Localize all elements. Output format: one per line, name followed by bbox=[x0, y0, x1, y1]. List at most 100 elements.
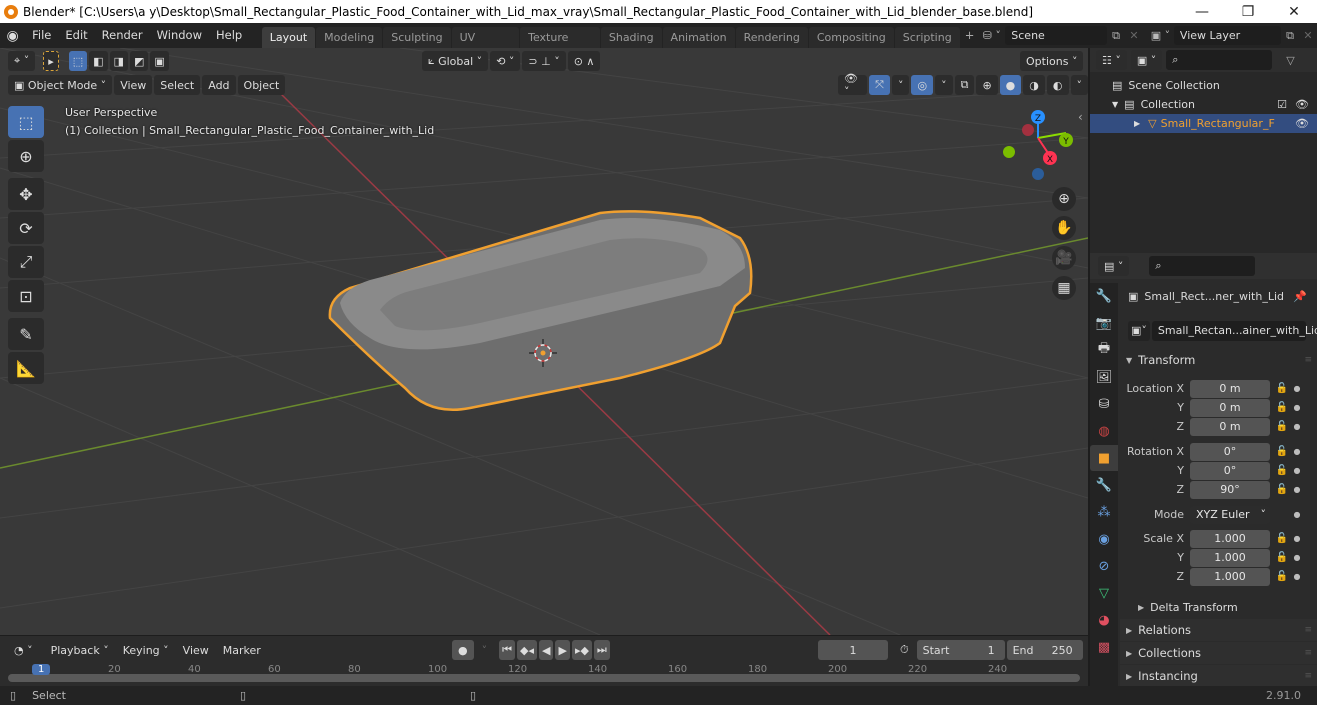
location-y-field[interactable]: 0 m bbox=[1190, 398, 1270, 417]
outliner-search-input[interactable]: ⌕ bbox=[1166, 50, 1273, 70]
camera-view-icon[interactable]: 🎥 bbox=[1052, 246, 1076, 270]
lock-icon[interactable]: 🔓 bbox=[1273, 446, 1291, 457]
transform-panel-header[interactable]: ▼ Transform ≡ bbox=[1120, 349, 1317, 371]
wireframe-shading-icon[interactable]: ⊕ bbox=[976, 75, 998, 95]
object-browse-icon[interactable]: ▣˅ bbox=[1128, 320, 1150, 341]
rotate-tool[interactable]: ⟳ bbox=[8, 212, 44, 244]
relations-panel-header[interactable]: ▶ Relations ≡ bbox=[1120, 619, 1317, 641]
tool-tab-icon[interactable]: 🔧 bbox=[1090, 283, 1118, 309]
viewport-menu-select[interactable]: Select bbox=[154, 75, 201, 95]
tab-layout[interactable]: Layout bbox=[261, 27, 316, 48]
keyframe-dot-icon[interactable]: ● bbox=[1291, 534, 1303, 543]
tab-compositing[interactable]: Compositing bbox=[808, 27, 894, 48]
preview-range-icon[interactable]: ⏱ bbox=[894, 640, 915, 660]
delete-view-layer-icon[interactable]: ✕ bbox=[1299, 26, 1317, 45]
playback-dropdown[interactable]: Playback ˅ bbox=[44, 640, 115, 660]
rotation-y-field[interactable]: 0° bbox=[1190, 461, 1270, 480]
location-z-field[interactable]: 0 m bbox=[1190, 417, 1270, 436]
object-data-tab-icon[interactable]: ▽ bbox=[1090, 580, 1118, 606]
select-invert-mode-icon[interactable]: ◩ bbox=[129, 51, 149, 71]
scene-selector-icon[interactable]: ⛁ ˅ bbox=[978, 26, 1005, 45]
expand-triangle-icon[interactable]: ▶ bbox=[1134, 119, 1140, 128]
auto-keying-toggle[interactable]: ● bbox=[452, 640, 474, 660]
rotation-mode-dropdown[interactable]: XYZ Euler ˅ bbox=[1190, 505, 1270, 524]
particles-tab-icon[interactable]: ⁂ bbox=[1090, 499, 1118, 525]
tab-texture-paint[interactable]: Texture Paint bbox=[520, 27, 600, 65]
scale-x-field[interactable]: 1.000 bbox=[1190, 529, 1270, 548]
view-layer-selector-icon[interactable]: ▣ ˅ bbox=[1147, 26, 1174, 45]
visibility-dropdown[interactable]: 👁 ˅ bbox=[838, 72, 868, 98]
measure-tool[interactable]: 📐 bbox=[8, 352, 44, 384]
pivot-point-dropdown[interactable]: ⟲ ˅ bbox=[490, 51, 521, 71]
delete-scene-icon[interactable]: ✕ bbox=[1125, 26, 1143, 45]
menu-render[interactable]: Render bbox=[95, 23, 150, 48]
end-frame-field[interactable]: End 250 bbox=[1006, 640, 1083, 660]
outliner-object-row[interactable]: ▶ ▽ Small_Rectangular_F 👁 bbox=[1090, 114, 1317, 133]
scale-y-field[interactable]: 1.000 bbox=[1190, 548, 1270, 567]
annotate-tool[interactable]: ✎ bbox=[8, 318, 44, 350]
timeline-menu-view[interactable]: View bbox=[177, 640, 215, 660]
object-name-field[interactable]: Small_Rectan...ainer_with_Lid bbox=[1151, 320, 1317, 341]
auto-keying-dropdown[interactable]: ˅ bbox=[475, 640, 494, 660]
viewport-menu-view[interactable]: View bbox=[114, 75, 153, 95]
tab-scripting[interactable]: Scripting bbox=[894, 27, 960, 48]
pin-icon[interactable]: 📌 bbox=[1293, 290, 1307, 303]
menu-file[interactable]: File bbox=[25, 23, 58, 48]
menu-help[interactable]: Help bbox=[209, 23, 249, 48]
select-box-tool[interactable]: ⬚ bbox=[8, 106, 44, 138]
outliner-scene-collection[interactable]: ▤ Scene Collection bbox=[1090, 76, 1317, 95]
tab-modeling[interactable]: Modeling bbox=[316, 27, 383, 48]
ortho-toggle-icon[interactable]: ▦ bbox=[1052, 276, 1076, 300]
scene-tab-icon[interactable]: ⛁ bbox=[1090, 391, 1118, 417]
lock-icon[interactable]: 🔓 bbox=[1273, 552, 1291, 563]
lock-icon[interactable]: 🔓 bbox=[1273, 571, 1291, 582]
lock-icon[interactable]: 🔓 bbox=[1273, 383, 1291, 394]
current-frame-marker[interactable]: 1 bbox=[32, 664, 51, 675]
transform-orientation-dropdown[interactable]: ⟀ Global ˅ bbox=[422, 51, 489, 71]
jump-to-next-keyframe-icon[interactable]: ▸◆ bbox=[571, 640, 592, 660]
lock-icon[interactable]: 🔓 bbox=[1273, 402, 1291, 413]
transform-tool[interactable]: ⊡ bbox=[8, 280, 44, 312]
maximize-button[interactable]: ❐ bbox=[1225, 4, 1271, 20]
world-tab-icon[interactable]: ◍ bbox=[1090, 418, 1118, 444]
texture-tab-icon[interactable]: ▩ bbox=[1090, 634, 1118, 660]
jump-to-end-icon[interactable]: ⏭ bbox=[593, 640, 610, 660]
rotation-z-field[interactable]: 90° bbox=[1190, 480, 1270, 499]
new-view-layer-icon[interactable]: ⧉ bbox=[1281, 26, 1299, 45]
rendered-shading-icon[interactable]: ◐ bbox=[1046, 75, 1069, 95]
drag-handle-icon[interactable]: ≡ bbox=[1304, 671, 1311, 681]
options-dropdown[interactable]: Options ˅ bbox=[1020, 51, 1084, 71]
outliner-collection[interactable]: ▼ ▤ Collection ☑ 👁 bbox=[1090, 95, 1317, 114]
solid-shading-icon[interactable]: ● bbox=[999, 75, 1022, 95]
object-tab-icon[interactable]: ■ bbox=[1090, 445, 1118, 471]
viewport-menu-object[interactable]: Object bbox=[237, 75, 286, 95]
lock-icon[interactable]: 🔓 bbox=[1273, 421, 1291, 432]
tab-animation[interactable]: Animation bbox=[662, 27, 735, 48]
editor-type-icon[interactable]: ⌖ ˅ bbox=[8, 51, 36, 71]
delta-transform-subpanel[interactable]: ▶ Delta Transform bbox=[1120, 596, 1317, 618]
menu-window[interactable]: Window bbox=[150, 23, 209, 48]
keyframe-dot-icon[interactable]: ● bbox=[1291, 572, 1303, 581]
timeline-editor-type-icon[interactable]: ◔ ˅ bbox=[8, 640, 39, 660]
start-frame-field[interactable]: Start 1 bbox=[916, 640, 1005, 660]
timeline-menu-marker[interactable]: Marker bbox=[217, 640, 267, 660]
constraints-tab-icon[interactable]: ⊘ bbox=[1090, 553, 1118, 579]
xray-toggle-icon[interactable]: ⧉ bbox=[954, 75, 975, 95]
view-layer-tab-icon[interactable]: 🖼 bbox=[1090, 364, 1118, 390]
output-tab-icon[interactable]: 🖶 bbox=[1090, 337, 1118, 363]
collections-panel-header[interactable]: ▶ Collections ≡ bbox=[1120, 642, 1317, 664]
display-mode-icon[interactable]: ▣ ˅ bbox=[1130, 50, 1163, 70]
tab-uv-editing[interactable]: UV Editing bbox=[451, 27, 520, 65]
location-x-field[interactable]: 0 m bbox=[1190, 379, 1270, 398]
play-icon[interactable]: ▶ bbox=[555, 640, 570, 660]
instancing-panel-header[interactable]: ▶ Instancing ≡ bbox=[1120, 665, 1317, 687]
pan-view-icon[interactable]: ✋ bbox=[1052, 216, 1076, 240]
shading-dropdown[interactable]: ˅ bbox=[1070, 75, 1088, 95]
select-subtract-mode-icon[interactable]: ◨ bbox=[109, 51, 128, 71]
scene-name-field[interactable]: Scene bbox=[1005, 26, 1108, 45]
object-visibility-icon[interactable]: 👁 bbox=[1295, 117, 1309, 130]
keyframe-dot-icon[interactable]: ● bbox=[1291, 384, 1303, 393]
tab-rendering[interactable]: Rendering bbox=[735, 27, 808, 48]
select-extend-mode-icon[interactable]: ◧ bbox=[89, 51, 108, 71]
play-reverse-icon[interactable]: ◀ bbox=[539, 640, 554, 660]
